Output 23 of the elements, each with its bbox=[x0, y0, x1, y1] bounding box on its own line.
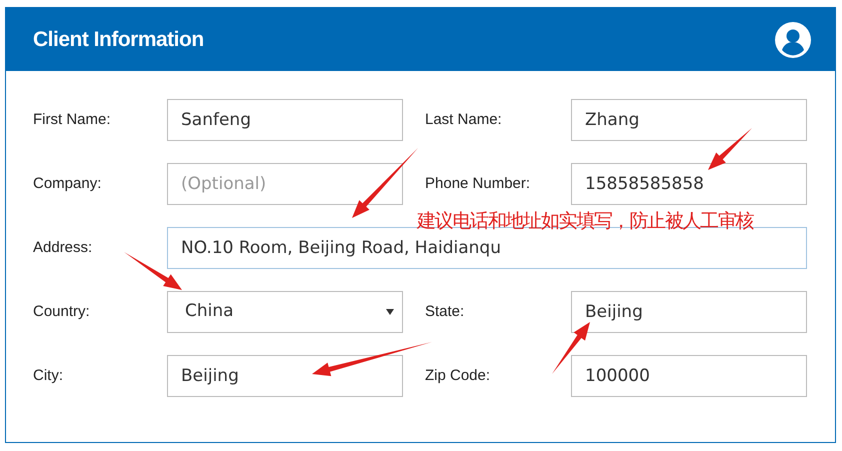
field-label: Address: bbox=[33, 238, 94, 258]
arrow bbox=[708, 128, 752, 170]
input-field[interactable]: Beijing bbox=[571, 291, 807, 333]
input-field[interactable]: Beijing bbox=[167, 355, 403, 397]
input-field[interactable]: 100000 bbox=[571, 355, 807, 397]
field-label: Zip Code: bbox=[425, 366, 492, 386]
input-field[interactable]: Sanfeng bbox=[167, 99, 403, 141]
country-select[interactable]: China bbox=[167, 291, 403, 333]
card-title: Client Information bbox=[33, 26, 204, 52]
arrow bbox=[124, 252, 182, 290]
field-label: Phone Number: bbox=[425, 174, 532, 194]
user-icon[interactable] bbox=[775, 22, 811, 58]
field-label: City: bbox=[33, 366, 64, 386]
caret-icon bbox=[386, 309, 394, 315]
input-field[interactable]: (Optional) bbox=[167, 163, 403, 205]
arrow bbox=[352, 148, 418, 218]
input-field[interactable]: 15858585858 bbox=[571, 163, 807, 205]
field-label: State: bbox=[425, 302, 466, 322]
field-label: First Name: bbox=[33, 110, 112, 130]
field-label: Last Name: bbox=[425, 110, 503, 130]
field-label: Company: bbox=[33, 174, 102, 194]
input-field[interactable]: Zhang bbox=[571, 99, 807, 141]
field-label: Country: bbox=[33, 302, 91, 322]
